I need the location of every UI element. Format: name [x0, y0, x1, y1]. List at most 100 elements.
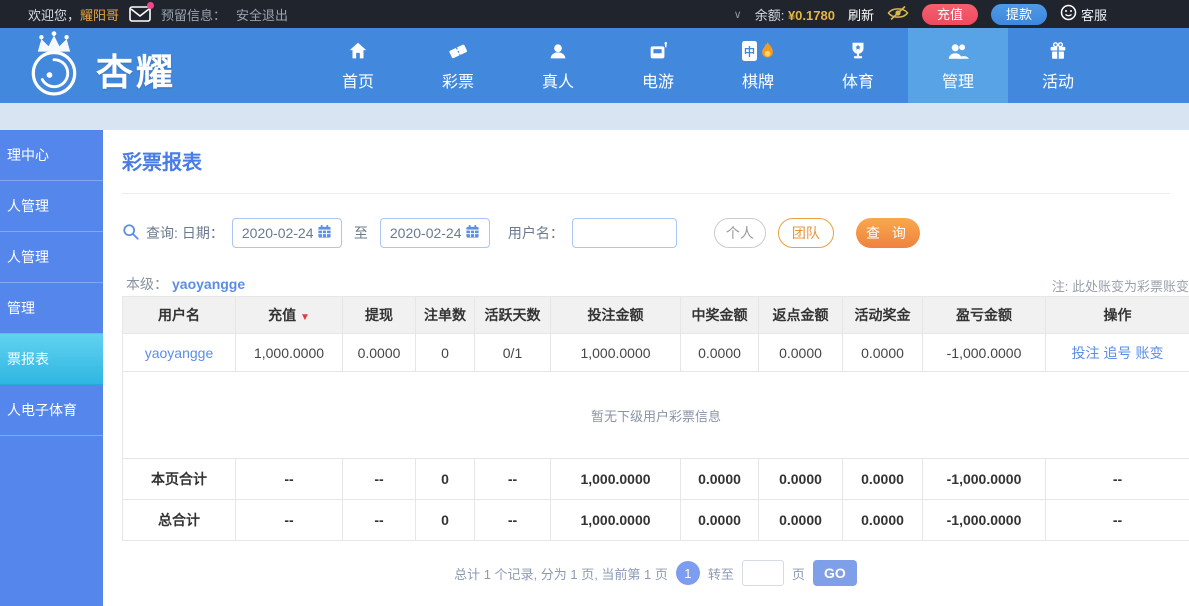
page-unit-label: 页 [791, 566, 805, 582]
row-withdraw: 0.0000 [342, 333, 416, 372]
team-filter-button[interactable]: 团队 [777, 218, 834, 248]
goto-page-input[interactable] [741, 560, 784, 586]
page-title: 彩票报表 [122, 152, 202, 174]
go-button[interactable]: GO [812, 560, 857, 586]
lottery-report-table: 用户名 充值 ▼ 提现 注单数 活跃天数 投注金额 中奖金额 返点金额 活动奖金… [122, 296, 1189, 541]
crown-badge-icon [18, 30, 90, 107]
action-chase-link[interactable]: 追号 [1104, 345, 1132, 361]
home-icon [347, 39, 369, 63]
col-profit[interactable]: 盈亏金额 [922, 296, 1046, 334]
search-row: 查询: 日期： 2020-02-24 至 2020-02-24 用户名： 个人 … [122, 218, 920, 248]
logo-text: 杏耀 [96, 51, 176, 93]
mail-icon[interactable] [129, 2, 155, 22]
col-activity-bonus[interactable]: 活动奖金 [842, 296, 923, 334]
title-divider [122, 193, 1170, 194]
withdraw-button[interactable]: 提款 [990, 3, 1047, 25]
account-change-note: 注: 此处账变为彩票账变 [1051, 279, 1189, 294]
sub-header-band [0, 103, 1189, 130]
main-content: 彩票报表 查询: 日期： 2020-02-24 至 2020-02-24 用户名… [103, 130, 1189, 606]
query-label: 查询: [146, 225, 178, 241]
empty-row: 暂无下级用户彩票信息 [122, 371, 1189, 459]
date-to-input[interactable]: 2020-02-24 [379, 218, 490, 248]
welcome-text: 欢迎您，耀阳哥 [28, 5, 119, 24]
col-recharge-sorted[interactable]: 充值 ▼ [235, 296, 343, 334]
smiley-icon [1060, 4, 1077, 24]
sidebar-item-manage-1[interactable]: 人管理 [0, 181, 103, 232]
gift-icon [1047, 39, 1069, 63]
nav-item-lottery[interactable]: 彩票 [408, 28, 508, 103]
row-recharge: 1,000.0000 [235, 333, 343, 372]
sidebar-item-esports[interactable]: 人电子体育 [0, 385, 103, 436]
chevron-down-icon[interactable]: ∨ [734, 8, 742, 21]
balance-label: 余额: [754, 7, 785, 23]
sidebar-item-manage-3[interactable]: 管理 [0, 283, 103, 334]
sidebar-item-center[interactable]: 理中心 [0, 130, 103, 181]
pagination-summary: 总计 1 个记录, 分为 1 页, 当前第 1 页 [454, 566, 668, 582]
people-group-icon [946, 39, 970, 63]
row-win-amount: 0.0000 [680, 333, 759, 372]
date-to-value: 2020-02-24 [389, 225, 462, 241]
query-button[interactable]: 查 询 [855, 218, 920, 248]
customer-service-label: 客服 [1080, 7, 1107, 23]
col-bet-amount[interactable]: 投注金额 [550, 296, 681, 334]
action-account-change-link[interactable]: 账变 [1136, 345, 1164, 361]
sidebar-item-lottery-report[interactable]: 票报表 [0, 334, 103, 385]
page-total-row: 本页合计 -- -- 0 -- 1,000.0000 0.0000 0.0000… [122, 458, 1189, 500]
date-from-input[interactable]: 2020-02-24 [231, 218, 342, 248]
nav-item-live[interactable]: 真人 [508, 28, 608, 103]
level-row: 本级： yaoyangge [126, 274, 245, 294]
col-active-days[interactable]: 活跃天数 [474, 296, 551, 334]
username-input[interactable] [571, 218, 677, 248]
personal-filter-button[interactable]: 个人 [713, 218, 766, 248]
welcome-prefix: 欢迎您， [28, 7, 81, 23]
col-orders[interactable]: 注单数 [415, 296, 475, 334]
person-icon [547, 39, 569, 63]
mahjong-tile-icon: 中 [741, 39, 775, 63]
nav-item-board-games[interactable]: 中 棋牌 [708, 28, 808, 103]
trophy-icon [847, 39, 869, 63]
action-bet-link[interactable]: 投注 [1072, 345, 1100, 361]
recharge-button[interactable]: 充值 [921, 3, 978, 25]
balance-value: ¥0.1780 [787, 7, 835, 23]
sidebar-item-manage-2[interactable]: 人管理 [0, 232, 103, 283]
col-rebate[interactable]: 返点金额 [758, 296, 843, 334]
top-bar-right: ∨ 余额: ¥0.1780 刷新 充值 提款 客服 [734, 3, 1189, 25]
sort-desc-icon: ▼ [299, 312, 310, 323]
table-row: yaoyangge 1,000.0000 0.0000 0 0/1 1,000.… [122, 333, 1189, 372]
row-bet-amount: 1,000.0000 [550, 333, 681, 372]
mail-notification-dot [147, 2, 155, 9]
balance-text: 余额: ¥0.1780 [755, 5, 835, 24]
col-username: 用户名 [122, 296, 236, 334]
level-label: 本级： [126, 276, 168, 292]
fire-icon [762, 41, 773, 58]
logout-link[interactable]: 安全退出 [236, 5, 288, 24]
refresh-balance-link[interactable]: 刷新 [848, 5, 874, 24]
nav-item-activity[interactable]: 活动 [1008, 28, 1108, 103]
row-profit: -1,000.0000 [922, 333, 1046, 372]
page-total-label: 本页合计 [122, 458, 236, 500]
site-logo[interactable]: 杏耀 [18, 30, 176, 107]
date-from-value: 2020-02-24 [241, 225, 314, 241]
pagination-bar: 总计 1 个记录, 分为 1 页, 当前第 1 页 1 转至 页 GO [122, 560, 1189, 586]
customer-service-link[interactable]: 客服 [1060, 4, 1107, 24]
nav-item-egames[interactable]: 电游 [608, 28, 708, 103]
col-withdraw[interactable]: 提现 [342, 296, 416, 334]
col-win-amount[interactable]: 中奖金额 [680, 296, 759, 334]
slot-machine-icon [647, 39, 669, 63]
sidebar: 理中心 人管理 人管理 管理 票报表 人电子体育 [0, 130, 103, 606]
nav-item-sports[interactable]: 体育 [808, 28, 908, 103]
page-1-button[interactable]: 1 [675, 561, 700, 585]
row-username-link[interactable]: yaoyangge [145, 345, 214, 361]
eye-slash-icon[interactable] [887, 5, 909, 24]
date-label: 日期： [181, 225, 224, 241]
grand-total-label: 总合计 [122, 499, 236, 541]
level-user-link[interactable]: yaoyangge [172, 276, 245, 292]
top-bar: 欢迎您，耀阳哥 预留信息： 安全退出 ∨ 余额: ¥0.1780 刷新 充值 提… [0, 0, 1189, 28]
ticket-icon [447, 39, 469, 63]
goto-label: 转至 [707, 566, 734, 582]
to-label: 至 [353, 225, 368, 241]
calendar-icon [465, 224, 480, 242]
calendar-icon [317, 224, 332, 242]
nav-item-manage[interactable]: 管理 [908, 28, 1008, 103]
nav-item-home[interactable]: 首页 [308, 28, 408, 103]
